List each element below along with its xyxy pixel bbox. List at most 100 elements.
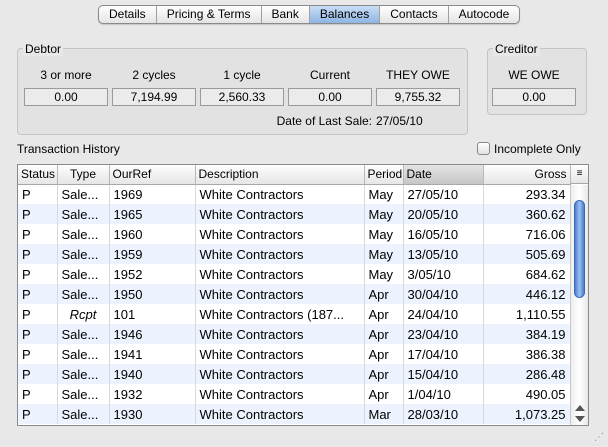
debtor-value-2-cycles: 7,194.99 [112, 88, 196, 106]
scroll-up-icon[interactable] [575, 405, 585, 411]
cell-date: 28/03/10 [403, 404, 484, 424]
table-row[interactable]: P Sale... 1969 White Contractors May 27/05/10… [18, 184, 571, 204]
cell-date: 27/05/10 [403, 184, 484, 204]
cell-type: Sale... [57, 184, 110, 204]
cell-ourref: 1969 [109, 184, 196, 204]
cell-description: White Contractors [195, 324, 365, 344]
cell-gross: 684.62 [483, 264, 571, 284]
debtor-value-they-owe: 9,755.32 [376, 88, 460, 106]
cell-description: White Contractors [195, 224, 365, 244]
transaction-history-title: Transaction History [17, 142, 120, 156]
creditor-title: Creditor [493, 42, 540, 56]
cell-ourref: 1946 [109, 324, 196, 344]
cell-status: P [18, 204, 58, 224]
cell-ourref: 1940 [109, 364, 196, 384]
cell-gross: 716.06 [483, 224, 571, 244]
cell-status: P [18, 264, 58, 284]
cell-description: White Contractors [195, 384, 365, 404]
table-row[interactable]: P Rcpt 101 White Contractors (187... Apr 24/0… [18, 304, 571, 324]
cell-ourref: 101 [109, 304, 196, 324]
tab-balances[interactable]: Balances [309, 6, 381, 23]
cell-gross: 384.19 [483, 324, 571, 344]
cell-type: Sale... [57, 244, 110, 264]
tab-contacts[interactable]: Contacts [380, 6, 449, 23]
cell-date: 30/04/10 [403, 284, 484, 304]
cell-date: 1/04/10 [403, 384, 484, 404]
table-row[interactable]: P Sale... 1940 White Contractors Apr 15/04/10… [18, 364, 571, 384]
table-row[interactable]: P Sale... 1930 White Contractors Mar 28/03/10… [18, 404, 571, 424]
cell-period: Apr [364, 384, 404, 404]
table-row[interactable]: P Sale... 1952 White Contractors May 3/05/10 6… [18, 264, 571, 284]
incomplete-only-checkbox[interactable] [477, 142, 490, 155]
cell-type: Sale... [57, 264, 110, 284]
cell-period: May [364, 184, 404, 204]
last-sale-label: Date of Last Sale: [276, 114, 372, 128]
table-row[interactable]: P Sale... 1950 White Contractors Apr 30/04/10… [18, 284, 571, 304]
cell-status: P [18, 224, 58, 244]
cell-type: Sale... [57, 344, 110, 364]
cell-date: 16/05/10 [403, 224, 484, 244]
cell-date: 17/04/10 [403, 344, 484, 364]
cell-gross: 293.34 [483, 184, 571, 204]
cell-ourref: 1950 [109, 284, 196, 304]
col-header-status[interactable]: Status [18, 165, 58, 185]
col-header-type[interactable]: Type [57, 165, 110, 185]
cell-period: Apr [364, 284, 404, 304]
creditor-value-we-owe: 0.00 [492, 88, 576, 106]
cell-status: P [18, 344, 58, 364]
vertical-scrollbar[interactable] [570, 185, 588, 425]
debtor-title: Debtor [23, 42, 64, 56]
cell-status: P [18, 384, 58, 404]
cell-date: 20/05/10 [403, 204, 484, 224]
tab-autocode[interactable]: Autocode [449, 6, 520, 23]
cell-date: 15/04/10 [403, 364, 484, 384]
cell-status: P [18, 184, 58, 204]
col-header-date[interactable]: Date [403, 165, 484, 185]
cell-status: P [18, 284, 58, 304]
debtor-label-3-or-more: 3 or more [40, 68, 92, 82]
cell-status: P [18, 324, 58, 344]
cell-description: White Contractors [195, 204, 365, 224]
tab-pricing-terms[interactable]: Pricing & Terms [157, 6, 262, 23]
cell-period: Mar [364, 404, 404, 424]
cell-gross: 286.48 [483, 364, 571, 384]
cell-period: May [364, 204, 404, 224]
scrollbar-thumb[interactable] [574, 200, 585, 298]
scroll-down-icon[interactable] [575, 416, 585, 422]
table-row[interactable]: P Sale... 1959 White Contractors May 13/05/10… [18, 244, 571, 264]
cell-date: 13/05/10 [403, 244, 484, 264]
table-row[interactable]: P Sale... 1965 White Contractors May 20/05/10… [18, 204, 571, 224]
resize-grip-icon[interactable]: ⋰ [594, 432, 604, 443]
tab-details[interactable]: Details [99, 6, 157, 23]
col-header-period[interactable]: Period [364, 165, 404, 185]
cell-ourref: 1932 [109, 384, 196, 404]
cell-description: White Contractors (187... [195, 304, 365, 324]
table-row[interactable]: P Sale... 1941 White Contractors Apr 17/04/10… [18, 344, 571, 364]
cell-period: Apr [364, 324, 404, 344]
col-header-gross[interactable]: Gross [483, 165, 571, 185]
cell-type: Sale... [57, 204, 110, 224]
cell-status: P [18, 244, 58, 264]
cell-gross: 490.05 [483, 384, 571, 404]
cell-type: Sale... [57, 384, 110, 404]
col-header-description[interactable]: Description [195, 165, 365, 185]
table-row[interactable]: P Sale... 1932 White Contractors Apr 1/04/10 4… [18, 384, 571, 404]
column-menu-icon[interactable]: ≡ [570, 165, 588, 184]
debtor-label-2-cycles: 2 cycles [132, 68, 176, 82]
cell-type: Sale... [57, 324, 110, 344]
tab-bank[interactable]: Bank [262, 6, 310, 23]
creditor-label-we-owe: WE OWE [508, 68, 560, 82]
transaction-table: Status Type OurRef Description Period Da… [17, 164, 589, 426]
cell-description: White Contractors [195, 284, 365, 304]
table-row[interactable]: P Sale... 1960 White Contractors May 16/05/10… [18, 224, 571, 244]
cell-description: White Contractors [195, 244, 365, 264]
tab-bar: Details Pricing & Terms Bank Balances Co… [98, 5, 521, 24]
cell-period: May [364, 224, 404, 244]
cell-gross: 1,110.55 [483, 304, 571, 324]
table-row[interactable]: P Sale... 1946 White Contractors Apr 23/04/10… [18, 324, 571, 344]
debtor-value-3-or-more: 0.00 [24, 88, 108, 106]
cell-ourref: 1960 [109, 224, 196, 244]
col-header-ourref[interactable]: OurRef [109, 165, 196, 185]
last-sale-value: 27/05/10 [376, 114, 423, 128]
incomplete-only-label[interactable]: Incomplete Only [494, 142, 581, 156]
